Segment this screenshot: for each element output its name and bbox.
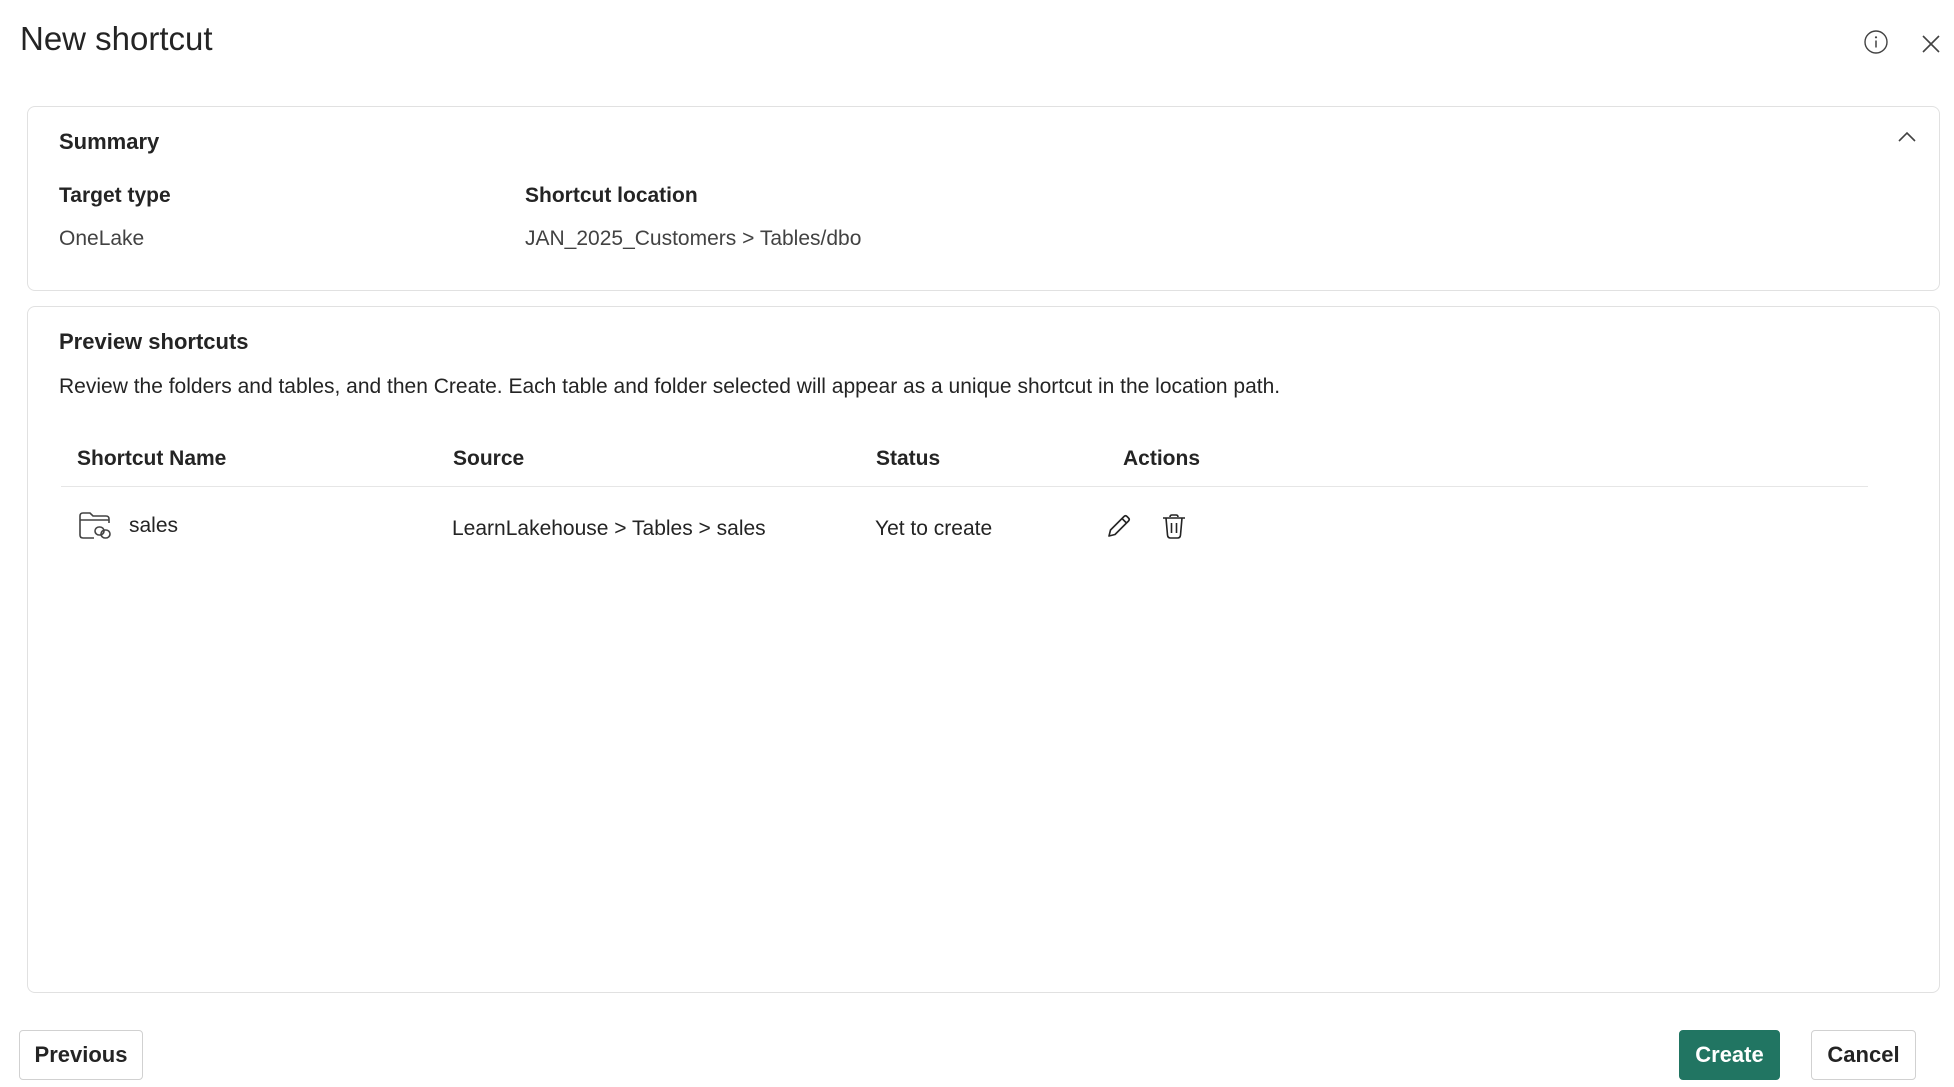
shortcut-name-cell: sales — [77, 508, 178, 544]
preview-description: Review the folders and tables, and then … — [59, 375, 1281, 398]
cancel-button[interactable]: Cancel — [1811, 1030, 1916, 1080]
shortcut-location-label: Shortcut location — [525, 184, 698, 207]
preview-title: Preview shortcuts — [59, 329, 249, 354]
preview-card: Preview shortcuts Review the folders and… — [27, 306, 1940, 993]
summary-card: Summary Target type OneLake Shortcut loc… — [27, 106, 1940, 291]
chevron-up-icon[interactable] — [1891, 121, 1923, 153]
column-header-status: Status — [876, 447, 941, 470]
create-button[interactable]: Create — [1679, 1030, 1780, 1080]
delete-icon[interactable] — [1156, 508, 1192, 544]
table-row: sales LearnLakehouse > Tables > sales Ye… — [61, 488, 1868, 568]
new-shortcut-dialog: New shortcut Summary Target type OneLake… — [0, 0, 1954, 1087]
previous-button[interactable]: Previous — [19, 1030, 143, 1080]
info-icon[interactable] — [1858, 24, 1894, 60]
shortcut-status: Yet to create — [875, 517, 993, 540]
shortcut-name: sales — [129, 514, 179, 537]
close-icon[interactable] — [1913, 26, 1949, 62]
column-header-actions: Actions — [1123, 447, 1201, 470]
target-type-label: Target type — [59, 184, 171, 207]
edit-icon[interactable] — [1101, 508, 1137, 544]
target-type-value: OneLake — [59, 227, 145, 250]
table-header: Shortcut Name Source Status Actions — [61, 427, 1868, 487]
column-header-source: Source — [453, 447, 525, 470]
column-header-shortcut-name: Shortcut Name — [77, 447, 227, 470]
shortcut-location-value: JAN_2025_Customers > Tables/dbo — [525, 227, 862, 250]
summary-title: Summary — [59, 129, 160, 154]
dialog-title: New shortcut — [20, 20, 213, 57]
shortcut-source: LearnLakehouse > Tables > sales — [452, 517, 766, 540]
folder-link-icon — [77, 508, 113, 544]
